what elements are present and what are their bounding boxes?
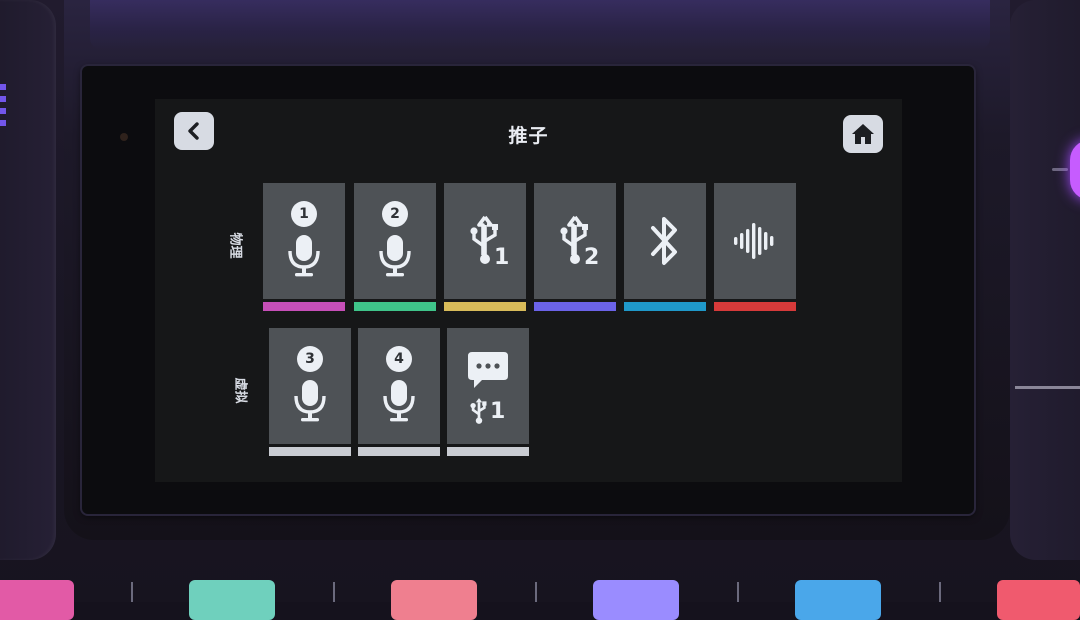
bezel-glow <box>90 0 990 50</box>
channel-color-bar <box>714 302 796 311</box>
ambient-sensor <box>120 133 128 141</box>
channel-tile-mic-4[interactable]: 4 <box>358 328 440 456</box>
microphone-icon <box>288 235 320 277</box>
channel-tile-usb-2[interactable]: 2 <box>534 183 616 311</box>
usb-port-number: 2 <box>584 245 600 270</box>
channel-tile-usb-1[interactable]: 1 <box>444 183 526 311</box>
tile-icon-area: 1 <box>444 183 526 299</box>
channel-tile-mic-3[interactable]: 3 <box>269 328 351 456</box>
usb-icon <box>470 398 487 424</box>
hardware-pad-6[interactable] <box>997 580 1080 620</box>
tile-icon-area: 3 <box>269 328 351 444</box>
hardware-pad-5[interactable] <box>795 580 881 620</box>
left-side-panel <box>0 0 56 560</box>
channel-color-bar <box>534 302 616 311</box>
hardware-pad-3[interactable] <box>391 580 477 620</box>
home-icon <box>852 124 874 144</box>
channel-color-bar <box>444 302 526 311</box>
tile-icon-area: 1 <box>263 183 345 299</box>
tile-icon-area: 2 <box>354 183 436 299</box>
hardware-pad-1[interactable] <box>0 580 74 620</box>
channel-color-bar <box>447 447 529 456</box>
microphone-icon <box>294 380 326 422</box>
pad-separator <box>535 582 537 602</box>
tile-icon-area: 2 <box>534 183 616 299</box>
channel-color-bar <box>358 447 440 456</box>
microphone-icon <box>383 380 415 422</box>
usb-port-number: 1 <box>490 399 506 424</box>
bluetooth-icon <box>651 217 677 265</box>
channel-color-bar <box>624 302 706 311</box>
channel-color-bar <box>354 302 436 311</box>
row-label-virtual: 虚拟 <box>232 377 248 404</box>
right-fader-guide <box>1015 386 1080 389</box>
tile-icon-area <box>624 183 706 299</box>
right-tick-mark <box>1052 168 1068 171</box>
microphone-icon <box>379 235 411 277</box>
channel-number-badge: 1 <box>291 201 317 227</box>
chat-bubble-icon <box>468 352 508 388</box>
channel-tile-mic-1[interactable]: 1 <box>263 183 345 311</box>
channel-tile-bluetooth[interactable] <box>624 183 706 311</box>
home-button[interactable] <box>843 115 883 153</box>
channel-number-badge: 3 <box>297 346 323 372</box>
pad-separator <box>131 582 133 602</box>
channel-color-bar <box>269 447 351 456</box>
hardware-pad-2[interactable] <box>189 580 275 620</box>
sound-wave-icon <box>734 223 774 259</box>
tile-icon-area <box>714 183 796 299</box>
hardware-pad-4[interactable] <box>593 580 679 620</box>
page-title: 推子 <box>508 125 549 147</box>
channel-color-bar <box>263 302 345 311</box>
touch-display: 推子 物理 虚拟 1 2 1 2 3 4 1 <box>155 99 902 482</box>
channel-tile-mic-2[interactable]: 2 <box>354 183 436 311</box>
usb-port-number: 1 <box>494 245 510 270</box>
tile-icon-area: 4 <box>358 328 440 444</box>
channel-tile-chat-usb[interactable]: 1 <box>447 328 529 456</box>
left-led-indicator <box>0 84 6 130</box>
pad-separator <box>737 582 739 602</box>
tile-icon-area: 1 <box>447 328 529 444</box>
right-side-panel <box>1010 0 1080 560</box>
channel-tile-sound[interactable] <box>714 183 796 311</box>
channel-number-badge: 2 <box>382 201 408 227</box>
row-label-physical: 物理 <box>227 232 243 259</box>
channel-number-badge: 4 <box>386 346 412 372</box>
pad-separator <box>939 582 941 602</box>
pad-separator <box>333 582 335 602</box>
